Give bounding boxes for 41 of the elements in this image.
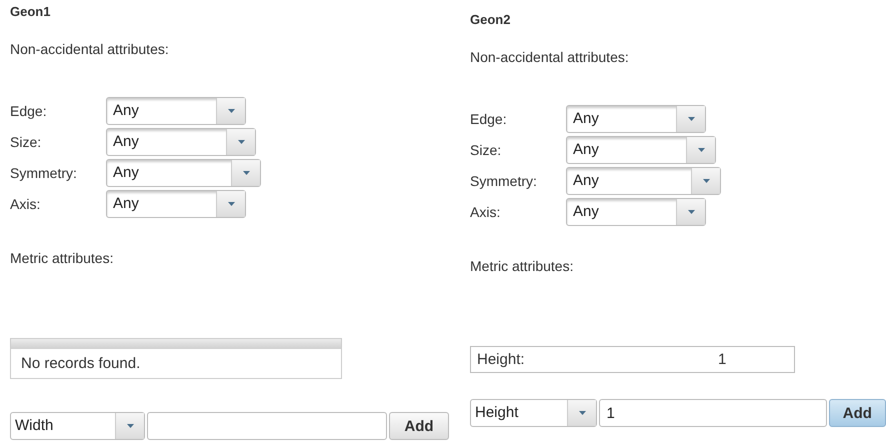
field-label: Axis: xyxy=(470,204,502,220)
empty-message: No records found. xyxy=(20,354,142,374)
field-label: Symmetry: xyxy=(10,165,78,181)
caret-icon xyxy=(688,210,694,214)
section-title: Geon2 xyxy=(470,12,512,27)
caret-icon xyxy=(698,148,704,152)
dropdown[interactable]: Any xyxy=(106,128,256,156)
attribute-value: 1 xyxy=(718,351,728,368)
caret-icon xyxy=(228,109,234,113)
add-button[interactable]: Add xyxy=(828,399,886,427)
field-label: Axis: xyxy=(10,196,42,212)
field-label: Size: xyxy=(10,134,42,150)
add-button[interactable]: Add xyxy=(389,412,449,440)
section-heading: Metric attributes: xyxy=(470,258,574,274)
caret-icon xyxy=(126,424,134,428)
section-heading: Metric attributes: xyxy=(10,250,114,266)
attribute-label: Height: xyxy=(477,351,526,368)
field-label: Symmetry: xyxy=(470,173,538,189)
section-heading: Non-accidental attributes: xyxy=(10,41,170,57)
value-field[interactable] xyxy=(147,412,387,440)
dropdown[interactable]: Any xyxy=(106,190,246,218)
attribute-dropdown[interactable]: Width xyxy=(10,412,145,440)
field-label: Size: xyxy=(470,142,502,158)
dropdown[interactable]: Any xyxy=(566,136,716,164)
value-field[interactable]: 1 xyxy=(599,399,827,427)
section-title: Geon1 xyxy=(10,4,52,19)
caret-icon xyxy=(238,140,244,144)
attribute-dropdown[interactable]: Height xyxy=(470,399,598,427)
caret-icon xyxy=(578,411,586,415)
dropdown[interactable]: Any xyxy=(566,198,706,226)
section-heading: Non-accidental attributes: xyxy=(470,49,630,65)
dropdown[interactable]: Any xyxy=(106,159,261,187)
field-label: Edge: xyxy=(470,111,508,127)
caret-icon xyxy=(228,202,234,206)
dropdown[interactable]: Any xyxy=(566,167,721,195)
caret-icon xyxy=(688,117,694,121)
dropdown[interactable]: Any xyxy=(566,105,706,133)
field-label: Edge: xyxy=(10,103,48,119)
caret-icon xyxy=(702,179,710,183)
dropdown[interactable]: Any xyxy=(106,97,246,125)
caret-icon xyxy=(242,171,250,175)
